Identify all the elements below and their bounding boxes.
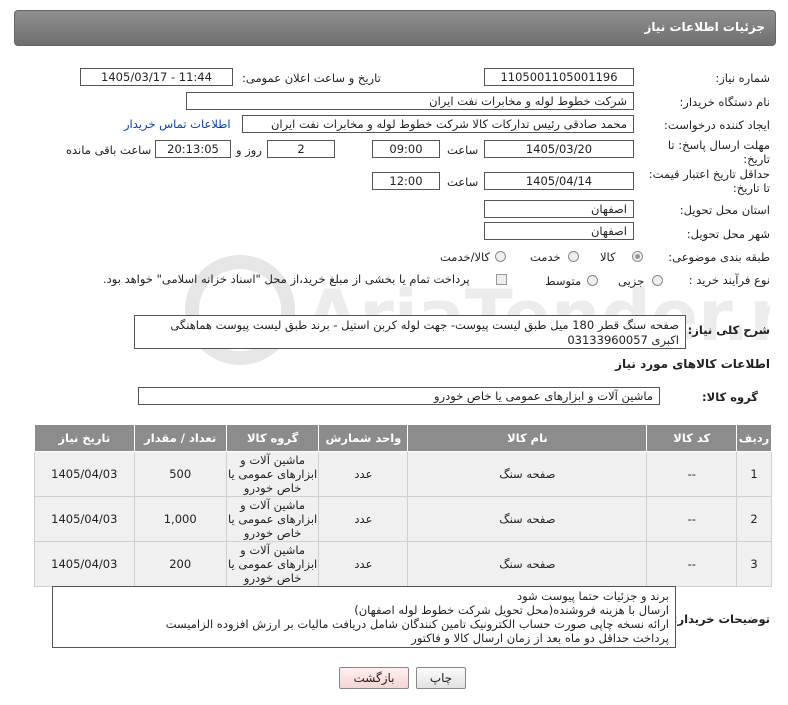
table-row: 1 -- صفحه سنگ عدد ماشین آلات و ابزارهای …: [34, 451, 772, 497]
row-number: 2: [736, 496, 772, 542]
buyer-note-line: ارائه نسخه چاپی صورت حساب الکترونیک تامی…: [165, 617, 669, 631]
process-minor-label: جزیی: [618, 274, 645, 288]
goods-date: 1405/04/03: [34, 541, 135, 587]
city-label: شهر محل تحویل:: [686, 227, 770, 241]
table-row: 3 -- صفحه سنگ عدد ماشین آلات و ابزارهای …: [34, 541, 772, 587]
buyer-notes-label: توضیحات خریدار:: [672, 612, 770, 626]
header-panel: جزئیات اطلاعات نیاز: [14, 10, 776, 46]
back-button[interactable]: بازگشت: [339, 667, 409, 689]
col-row: ردیف: [736, 424, 772, 452]
category-goods-label: کالا: [600, 250, 616, 264]
row-number: 1: [736, 451, 772, 497]
days-field: 2: [267, 140, 335, 158]
buyer-field: شرکت خطوط لوله و مخابرات نفت ایران: [186, 92, 634, 110]
col-qty: تعداد / مقدار: [133, 424, 227, 452]
col-code: کد کالا: [646, 424, 738, 452]
col-unit: واحد شمارش: [318, 424, 409, 452]
goods-group-field: ماشین آلات و ابزارهای عمومی یا خاص خودرو: [138, 387, 660, 405]
need-number-label: شماره نیاز:: [715, 71, 770, 85]
print-button[interactable]: چاپ: [416, 667, 466, 689]
col-group: گروه کالا: [225, 424, 320, 452]
goods-unit: عدد: [318, 496, 409, 542]
process-minor-radio[interactable]: [652, 275, 663, 286]
goods-group: ماشین آلات و ابزارهای عمومی یا خاص خودرو: [225, 496, 320, 542]
goods-code: --: [646, 496, 738, 542]
send-time-field: 09:00: [372, 140, 440, 158]
remaining-label: ساعت باقی مانده: [66, 143, 152, 157]
process-medium-label: متوسط: [545, 274, 582, 288]
remaining-time-field: 20:13:05: [155, 140, 231, 158]
buyer-note-line: پرداخت حداقل دو ماه بعد از زمان ارسال کا…: [411, 631, 669, 645]
creator-label: ایجاد کننده درخواست:: [664, 118, 770, 132]
table-row: 2 -- صفحه سنگ عدد ماشین آلات و ابزارهای …: [34, 496, 772, 542]
goods-section-title: اطلاعات کالاهای مورد نیاز: [615, 357, 770, 371]
need-number-field: 1105001105001196: [484, 68, 634, 86]
days-label: روز و: [236, 143, 262, 157]
category-goods-radio[interactable]: [632, 251, 643, 262]
validity-time-field: 12:00: [372, 172, 440, 190]
goods-name: صفحه سنگ: [407, 496, 648, 542]
province-field: اصفهان: [484, 200, 634, 218]
category-both-label: کالا/خدمت: [440, 250, 491, 264]
description-label: شرح کلی نیاز:: [687, 323, 770, 337]
col-date: تاریخ نیاز: [34, 424, 135, 452]
buyer-note-line: ارسال با هزینه فروشنده(محل تحویل شرکت خط…: [354, 603, 669, 617]
buyer-note-line: برند و جزئیات حتما پیوست شود: [516, 589, 669, 603]
category-both-radio[interactable]: [495, 251, 506, 262]
goods-group: ماشین آلات و ابزارهای عمومی یا خاص خودرو: [225, 541, 320, 587]
description-field: صفحه سنگ قطر 180 میل طبق لیست پیوست- جهت…: [134, 315, 686, 349]
goods-group: ماشین آلات و ابزارهای عمومی یا خاص خودرو: [225, 451, 320, 497]
send-date-field: 1405/03/20: [484, 140, 634, 158]
buyer-notes-field: برند و جزئیات حتما پیوست شود ارسال با هز…: [52, 586, 676, 648]
goods-qty: 1,000: [133, 496, 227, 542]
category-service-label: خدمت: [530, 250, 561, 264]
goods-table-header: ردیف کد کالا نام کالا واحد شمارش گروه کا…: [34, 424, 772, 452]
category-service-radio[interactable]: [568, 251, 579, 262]
validity-label: حداقل تاریخ اعتبار قیمت: تا تاریخ:: [648, 167, 770, 195]
process-label: نوع فرآیند خرید :: [688, 273, 770, 287]
row-number: 3: [736, 541, 772, 587]
send-deadline-label: مهلت ارسال پاسخ: تا تاریخ:: [667, 138, 770, 166]
treasury-checkbox[interactable]: [496, 274, 507, 285]
city-field: اصفهان: [484, 222, 634, 240]
goods-table: ردیف کد کالا نام کالا واحد شمارش گروه کا…: [34, 424, 772, 587]
goods-name: صفحه سنگ: [407, 541, 648, 587]
validity-time-label: ساعت: [447, 175, 479, 189]
process-medium-radio[interactable]: [587, 275, 598, 286]
goods-group-label: گروه کالا:: [702, 390, 758, 404]
goods-qty: 200: [133, 541, 227, 587]
creator-field: محمد صادقی رئیس تدارکات کالا شرکت خطوط ل…: [242, 115, 634, 133]
goods-unit: عدد: [318, 541, 409, 587]
announce-label: تاریخ و ساعت اعلان عمومی:: [242, 71, 381, 85]
col-name: نام کالا: [407, 424, 648, 452]
treasury-note: پرداخت تمام یا بخشی از مبلغ خرید،از محل …: [103, 272, 470, 286]
goods-name: صفحه سنگ: [407, 451, 648, 497]
goods-date: 1405/04/03: [34, 496, 135, 542]
page-title: جزئیات اطلاعات نیاز: [644, 20, 765, 34]
goods-qty: 500: [133, 451, 227, 497]
goods-code: --: [646, 451, 738, 497]
goods-unit: عدد: [318, 451, 409, 497]
validity-date-field: 1405/04/14: [484, 172, 634, 190]
send-time-label: ساعت: [447, 143, 479, 157]
category-label: طبقه بندی موضوعی:: [668, 250, 770, 264]
province-label: استان محل تحویل:: [679, 203, 770, 217]
buyer-contact-link[interactable]: اطلاعات تماس خریدار: [124, 117, 231, 131]
goods-code: --: [646, 541, 738, 587]
goods-date: 1405/04/03: [34, 451, 135, 497]
buyer-label: نام دستگاه خریدار:: [679, 95, 770, 109]
announce-field: 1405/03/17 - 11:44: [80, 68, 233, 86]
